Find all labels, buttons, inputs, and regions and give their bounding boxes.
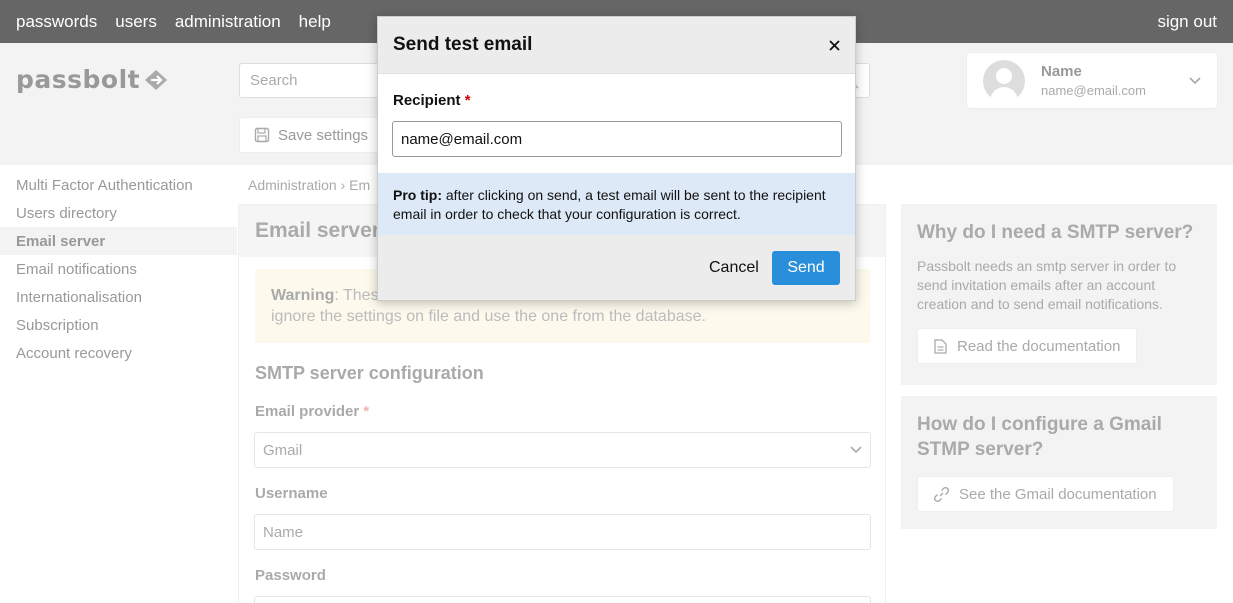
cancel-button[interactable]: Cancel xyxy=(709,251,759,285)
recipient-label: Recipient * xyxy=(393,92,471,109)
send-test-email-dialog: Send test email Recipient * Pro tip: aft… xyxy=(377,16,856,301)
pro-tip-label: Pro tip: xyxy=(393,187,442,203)
pro-tip-message: Pro tip: after clicking on send, a test … xyxy=(378,173,855,235)
close-icon xyxy=(829,39,840,51)
close-button[interactable] xyxy=(829,39,840,51)
dialog-header: Send test email xyxy=(378,17,855,74)
send-button[interactable]: Send xyxy=(772,251,840,285)
dialog-footer: Cancel Send xyxy=(378,235,855,300)
pro-tip-text: after clicking on send, a test email wil… xyxy=(393,187,826,222)
dialog-title: Send test email xyxy=(393,34,533,55)
required-mark: * xyxy=(464,92,471,109)
recipient-input[interactable] xyxy=(392,121,842,157)
recipient-label-text: Recipient xyxy=(393,92,461,109)
